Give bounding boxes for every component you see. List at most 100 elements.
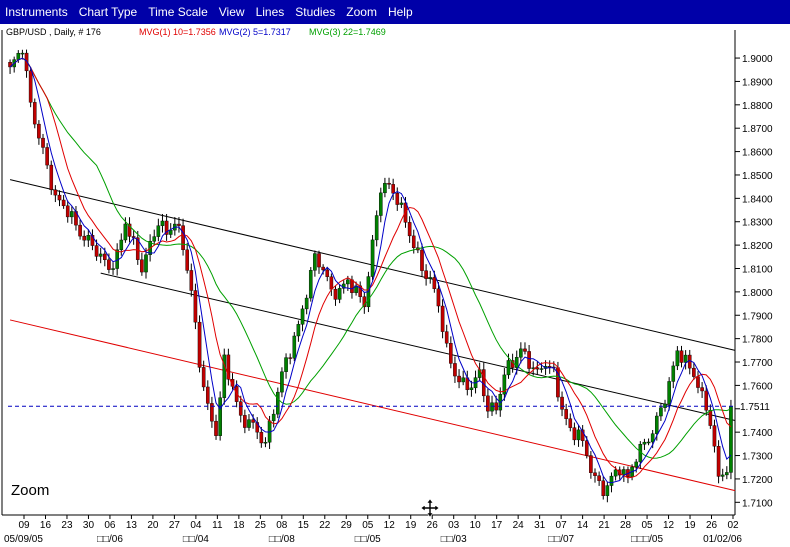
candle-body xyxy=(650,433,655,443)
time-tick-label: 06 xyxy=(104,520,116,531)
candle-body xyxy=(329,276,334,290)
candle-body xyxy=(572,427,577,441)
time-period-label: □□/05 xyxy=(355,534,381,545)
price-tick-label: 1.7700 xyxy=(742,358,773,369)
candle-body xyxy=(444,331,449,344)
price-tick-label: 1.8400 xyxy=(742,194,773,205)
legend-instrument: GBP/USD , Daily, # 176 xyxy=(6,27,101,37)
price-tick-label: 1.7900 xyxy=(742,311,773,322)
candle-body xyxy=(181,225,185,251)
time-period-label: □□/03 xyxy=(441,534,467,545)
candle-body xyxy=(140,259,144,273)
price-tick-label: 1.8200 xyxy=(742,241,773,252)
time-tick-label: 18 xyxy=(233,520,245,531)
candle-body xyxy=(411,235,416,248)
candle-body xyxy=(708,409,713,426)
candle-body xyxy=(440,305,445,332)
menu-zoom[interactable]: Zoom xyxy=(341,5,383,19)
candle-body xyxy=(337,288,342,300)
candle-body xyxy=(107,259,111,270)
candle-body xyxy=(675,350,680,367)
time-tick-label: 13 xyxy=(126,520,138,531)
candle-body xyxy=(308,270,313,299)
candle-body xyxy=(292,335,297,359)
menu-view[interactable]: View xyxy=(214,5,251,19)
candle-body xyxy=(243,415,247,428)
menu-time-scale[interactable]: Time Scale xyxy=(143,5,214,19)
candle-body xyxy=(700,387,704,392)
candle-body xyxy=(185,249,189,271)
candle-body xyxy=(535,367,540,370)
time-tick-label: 19 xyxy=(684,520,696,531)
candle-body xyxy=(506,360,511,376)
menu-instruments[interactable]: Instruments xyxy=(0,5,74,19)
candle-body xyxy=(490,402,494,412)
candle-body xyxy=(144,254,148,273)
candle-body xyxy=(613,469,618,477)
candle-body xyxy=(197,321,202,368)
candle-body xyxy=(156,225,161,237)
time-tick-label: 16 xyxy=(40,520,52,531)
time-tick-label: 25 xyxy=(255,520,267,531)
candle-body xyxy=(284,357,288,372)
price-tick-label: 1.7600 xyxy=(742,381,773,392)
candle-body xyxy=(720,474,725,477)
time-tick-label: 10 xyxy=(470,520,482,531)
time-tick-label: 09 xyxy=(18,520,30,531)
menu-studies[interactable]: Studies xyxy=(290,5,341,19)
move-cursor-icon xyxy=(420,498,440,518)
time-tick-label: 26 xyxy=(706,520,718,531)
candle-body xyxy=(214,420,218,436)
time-tick-label: 21 xyxy=(599,520,611,531)
candle-body xyxy=(642,441,647,445)
candle-body xyxy=(420,249,424,271)
candle-body xyxy=(704,390,709,411)
candle-body xyxy=(119,239,124,250)
candle-body xyxy=(193,290,198,323)
price-tick-label: 1.8300 xyxy=(742,218,773,229)
candle-body xyxy=(238,401,243,416)
time-tick-label: 12 xyxy=(663,520,675,531)
time-tick-label: 15 xyxy=(298,520,310,531)
candle-body xyxy=(547,366,552,368)
candle-body xyxy=(32,102,37,125)
candle-body xyxy=(576,429,581,441)
time-tick-label: 29 xyxy=(341,520,353,531)
menu-chart-type[interactable]: Chart Type xyxy=(74,5,143,19)
time-tick-label: 05 xyxy=(641,520,653,531)
price-tick-label: 1.7300 xyxy=(742,452,773,463)
time-period-label: 05/09/05 xyxy=(4,534,43,545)
candle-body xyxy=(45,147,49,166)
chart-background xyxy=(0,24,790,547)
menu-lines[interactable]: Lines xyxy=(251,5,291,19)
candle-body xyxy=(527,351,531,369)
candle-body xyxy=(276,391,280,415)
candle-body xyxy=(325,269,330,277)
candle-body xyxy=(168,229,173,235)
candle-body xyxy=(391,184,395,194)
candle-body xyxy=(86,235,91,241)
time-tick-label: 30 xyxy=(83,520,95,531)
time-tick-label: 17 xyxy=(491,520,503,531)
candle-body xyxy=(424,270,428,279)
time-tick-label: 24 xyxy=(513,520,525,531)
candle-body xyxy=(457,375,461,383)
price-tick-label: 1.9000 xyxy=(742,54,773,65)
candle-body xyxy=(49,164,54,191)
candle-body xyxy=(78,224,82,237)
price-tick-label: 1.7100 xyxy=(742,498,773,509)
candle-body xyxy=(20,52,25,55)
price-chart[interactable]: GBP/USD , Daily, # 176 MVG(1) 10=1.7356 … xyxy=(0,24,790,547)
price-tick-label: 1.8900 xyxy=(742,77,773,88)
candle-body xyxy=(453,363,457,377)
candle-body xyxy=(605,485,610,496)
candle-body xyxy=(584,440,589,456)
menu-help[interactable]: Help xyxy=(383,5,419,19)
candle-body xyxy=(519,348,523,358)
candle-body xyxy=(103,253,107,261)
price-tick-label: 1.7400 xyxy=(742,428,773,439)
candle-body xyxy=(61,199,66,207)
time-tick-label: 27 xyxy=(169,520,181,531)
candle-body xyxy=(350,279,354,293)
legend-mvg3: MVG(3) 22=1.7469 xyxy=(309,27,386,37)
